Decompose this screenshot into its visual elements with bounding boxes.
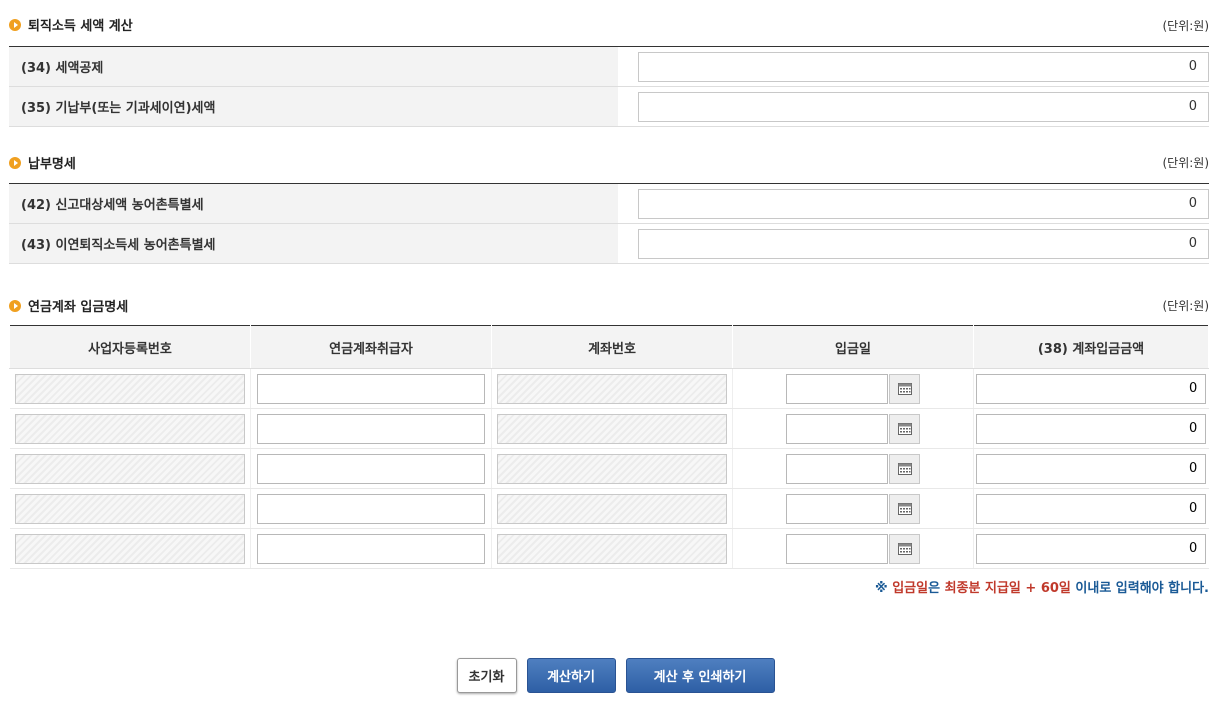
table-row: (34) 세액공제 bbox=[9, 46, 1209, 87]
business-number-field bbox=[14, 453, 245, 484]
unit-label: (단위:원) bbox=[1162, 299, 1209, 313]
deposit-amount-input[interactable] bbox=[976, 533, 1207, 564]
col-header: 입금일 bbox=[732, 325, 974, 369]
business-number-field bbox=[14, 413, 245, 444]
bullet-icon bbox=[9, 299, 21, 312]
table-header-row: 사업자등록번호 연금계좌취급자 계좌번호 입금일 (38) 계좌입금금액 bbox=[9, 325, 1209, 369]
account-provider-input[interactable] bbox=[257, 373, 485, 404]
bullet-icon bbox=[9, 18, 21, 31]
reset-button[interactable]: 초기화 bbox=[456, 658, 517, 693]
section-title-text: 퇴직소득 세액 계산 bbox=[28, 19, 133, 34]
business-number-field bbox=[14, 533, 245, 564]
calendar-icon[interactable] bbox=[889, 373, 920, 404]
rural-tax-input[interactable] bbox=[638, 188, 1209, 219]
account-provider-input[interactable] bbox=[257, 493, 485, 524]
table-row bbox=[9, 448, 1209, 489]
table-row bbox=[9, 488, 1209, 529]
note-segment: 이내로 입력해야 합니다. bbox=[1070, 581, 1209, 596]
deposit-amount-input[interactable] bbox=[976, 453, 1207, 484]
table-row bbox=[9, 408, 1209, 449]
note-segment: ※ bbox=[875, 581, 893, 596]
row-label: (43) 이연퇴직소득세 농어촌특별세 bbox=[9, 223, 618, 264]
table-row: (42) 신고대상세액 농어촌특별세 bbox=[9, 183, 1209, 224]
deposit-date-input[interactable] bbox=[786, 493, 888, 524]
account-number-field bbox=[497, 533, 727, 564]
business-number-field bbox=[14, 493, 245, 524]
deposit-date-input[interactable] bbox=[786, 413, 888, 444]
account-provider-input[interactable] bbox=[257, 453, 485, 484]
row-label: (42) 신고대상세액 농어촌특별세 bbox=[9, 183, 618, 224]
col-header: 연금계좌취급자 bbox=[250, 325, 492, 369]
note-segment: 최종분 지급일 + 60일 bbox=[944, 581, 1071, 596]
row-label: (34) 세액공제 bbox=[9, 46, 618, 87]
deposit-date-input[interactable] bbox=[786, 533, 888, 564]
account-number-field bbox=[497, 493, 727, 524]
account-number-field bbox=[497, 413, 727, 444]
account-number-field bbox=[497, 453, 727, 484]
table-row: (43) 이연퇴직소득세 농어촌특별세 bbox=[9, 223, 1209, 264]
deposit-amount-input[interactable] bbox=[976, 413, 1207, 444]
prepaid-tax-input[interactable] bbox=[638, 91, 1209, 122]
pension-deposit-table: 사업자등록번호 연금계좌취급자 계좌번호 입금일 (38) 계좌입금금액 bbox=[9, 325, 1209, 569]
col-header: 계좌번호 bbox=[491, 325, 733, 369]
account-provider-input[interactable] bbox=[257, 413, 485, 444]
calculate-button[interactable]: 계산하기 bbox=[526, 658, 616, 693]
calendar-icon[interactable] bbox=[889, 533, 920, 564]
deferred-rural-tax-input[interactable] bbox=[638, 228, 1209, 259]
note-segment: 은 bbox=[928, 581, 945, 596]
bullet-icon bbox=[9, 156, 21, 169]
account-number-field bbox=[497, 373, 727, 404]
unit-label: (단위:원) bbox=[1162, 156, 1209, 170]
section-title-text: 납부명세 bbox=[28, 157, 76, 172]
col-header: 사업자등록번호 bbox=[9, 325, 251, 369]
section-title: 납부명세 bbox=[9, 153, 76, 172]
tax-calc-table: (34) 세액공제 (35) 기납부(또는 기과세이연)세액 bbox=[9, 46, 1209, 127]
section-title-text: 연금계좌 입금명세 bbox=[28, 300, 129, 315]
calendar-icon[interactable] bbox=[889, 493, 920, 524]
section-pension-header: 연금계좌 입금명세 (단위:원) bbox=[9, 264, 1209, 325]
calendar-icon[interactable] bbox=[889, 453, 920, 484]
note-segment: 입금일 bbox=[892, 581, 929, 596]
section-title: 퇴직소득 세액 계산 bbox=[9, 15, 133, 34]
deposit-date-input[interactable] bbox=[786, 453, 888, 484]
table-row bbox=[9, 528, 1209, 569]
business-number-field bbox=[14, 373, 245, 404]
calendar-icon[interactable] bbox=[889, 413, 920, 444]
table-row bbox=[9, 368, 1209, 409]
col-header: (38) 계좌입금금액 bbox=[973, 325, 1209, 369]
section-tax-calc-header: 퇴직소득 세액 계산 (단위:원) bbox=[9, 0, 1209, 46]
unit-label: (단위:원) bbox=[1162, 19, 1209, 33]
calculate-print-button[interactable]: 계산 후 인쇄하기 bbox=[625, 658, 775, 693]
section-title: 연금계좌 입금명세 bbox=[9, 296, 128, 315]
deposit-amount-input[interactable] bbox=[976, 373, 1207, 404]
deposit-amount-input[interactable] bbox=[976, 493, 1207, 524]
deposit-date-note: ※ 입금일은 최종분 지급일 + 60일 이내로 입력해야 합니다. bbox=[9, 577, 1209, 596]
payment-table: (42) 신고대상세액 농어촌특별세 (43) 이연퇴직소득세 농어촌특별세 bbox=[9, 183, 1209, 264]
deposit-date-input[interactable] bbox=[786, 373, 888, 404]
section-payment-header: 납부명세 (단위:원) bbox=[9, 121, 1209, 183]
account-provider-input[interactable] bbox=[257, 533, 485, 564]
button-bar: 초기화 계산하기 계산 후 인쇄하기 bbox=[0, 658, 1231, 693]
tax-deduction-input[interactable] bbox=[638, 51, 1209, 82]
